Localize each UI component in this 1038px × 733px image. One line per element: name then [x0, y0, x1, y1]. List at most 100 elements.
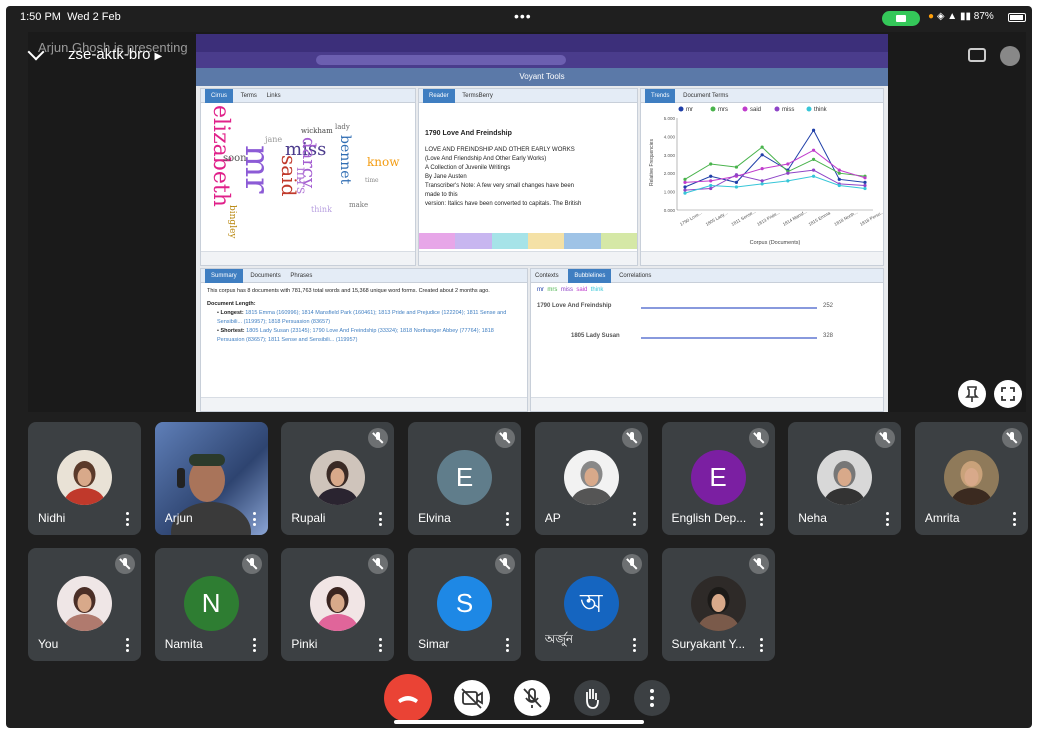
camera-off-button[interactable] [454, 680, 490, 716]
more-vertical-icon[interactable] [632, 512, 636, 526]
tab-documents[interactable]: Documents [250, 273, 280, 279]
cloud-word[interactable]: make [349, 201, 368, 209]
more-vertical-icon[interactable] [126, 512, 129, 526]
more-options-button[interactable] [634, 680, 670, 716]
bubble-legend: mr mrs miss said think [537, 287, 603, 293]
reader-doc-bar[interactable] [419, 233, 637, 249]
bubble-term[interactable]: miss [561, 287, 573, 293]
tab-phrases[interactable]: Phrases [290, 273, 312, 279]
mic-muted-icon [368, 428, 389, 448]
trend-point [863, 180, 867, 184]
cloud-word[interactable]: bingley [227, 205, 237, 239]
participant-tile[interactable]: অ অর্জুন [534, 548, 648, 661]
tab-contexts[interactable]: Contexts [535, 273, 559, 279]
tab-trends[interactable]: Trends [645, 89, 676, 103]
participant-tile[interactable]: You [28, 548, 141, 661]
avatar-photo [310, 450, 366, 505]
mic-off-button[interactable] [514, 680, 550, 716]
cloud-word[interactable]: think [311, 205, 332, 214]
participant-tile[interactable]: Rupali [281, 422, 395, 535]
participant-tile[interactable]: Suryakant Y... [661, 548, 775, 661]
pin-button[interactable] [958, 380, 986, 408]
more-vertical-icon[interactable] [632, 638, 636, 652]
reader-line: By Jane Austen [425, 174, 467, 180]
cloud-word[interactable]: know [367, 155, 400, 169]
tab-cirrus[interactable]: Cirrus [205, 89, 233, 103]
trends-chart: mr mrs said miss think 5.000 4.000 3.000 2.000 1.… [649, 106, 883, 246]
tab-bubblelines[interactable]: Bubblelines [568, 269, 612, 283]
avatar [817, 450, 873, 505]
participant-tile[interactable]: AP [534, 422, 648, 535]
tab-termsberry[interactable]: TermsBerry [462, 93, 493, 99]
tab-links[interactable]: Links [267, 93, 281, 99]
participant-tile[interactable]: Arjun [154, 422, 268, 535]
bubble-line[interactable] [641, 307, 817, 309]
bubble-term[interactable]: said [576, 287, 587, 293]
cirrus-footer [201, 251, 415, 265]
participant-tile[interactable]: Nidhi [28, 422, 141, 535]
participant-tile[interactable]: Neha [788, 422, 902, 535]
shortest-value[interactable]: 1805 Lady Susan (23145); 1790 Love And F… [217, 328, 494, 343]
mic-muted-icon [1001, 428, 1022, 448]
trend-point [837, 183, 841, 188]
participant-tile[interactable]: E Elvina [408, 422, 522, 535]
more-vertical-icon[interactable] [506, 638, 510, 652]
cloud-word[interactable]: time [365, 177, 379, 184]
participant-tile[interactable]: N Namita [154, 548, 268, 661]
participant-tile[interactable]: Amrita [914, 422, 1028, 535]
avatar [690, 576, 746, 631]
bubble-line[interactable] [641, 337, 817, 339]
more-vertical-icon[interactable] [379, 638, 383, 652]
participant-name: English Dep... [671, 511, 747, 525]
bubble-count: 252 [823, 303, 834, 309]
reader-line: made to this [425, 192, 458, 198]
tab-summary[interactable]: Summary [205, 269, 243, 283]
more-vertical-icon[interactable] [252, 512, 256, 526]
reader-line: A Collection of Juvenile Writings [425, 165, 511, 171]
reader-line: (Love And Friendship And Other Early Wor… [425, 156, 547, 162]
switch-camera-icon[interactable] [968, 48, 986, 62]
presentation-view[interactable]: Voyant Tools Cirrus Terms Links elizabet… [28, 32, 1026, 412]
trend-point [837, 171, 841, 175]
meet-screen: 1:50 PM Wed 2 Feb ••• ● ◈ ▲ ▮▮ 87% Voyan… [6, 6, 1032, 728]
more-vertical-icon[interactable] [379, 512, 383, 526]
cloud-word[interactable]: bennet [337, 135, 353, 184]
participant-tile[interactable]: Pinki [281, 548, 395, 661]
longest-value[interactable]: 1815 Emma (160996); 1814 Mansfield Park … [217, 310, 506, 325]
bubble-term[interactable]: mr [537, 287, 544, 293]
more-vertical-icon[interactable] [252, 638, 256, 652]
tab-document-terms[interactable]: Document Terms [683, 93, 728, 99]
end-call-button[interactable] [384, 674, 432, 722]
fullscreen-button[interactable] [994, 380, 1022, 408]
multitask-dots-icon[interactable]: ••• [514, 8, 532, 24]
summary-panel: Summary Documents Phrases This corpus ha… [200, 268, 528, 412]
raise-hand-button[interactable] [574, 680, 610, 716]
status-indicators: ● ◈ ▲ ▮▮ 87% [928, 11, 994, 22]
fullscreen-icon [1001, 387, 1015, 401]
more-vertical-icon[interactable] [759, 638, 763, 652]
more-vertical-icon[interactable] [126, 638, 129, 652]
tab-correlations[interactable]: Correlations [619, 273, 651, 279]
meeting-code[interactable]: zse-aktk-bro ▶ [68, 46, 162, 63]
more-vertical-icon[interactable] [1012, 512, 1016, 526]
more-vertical-icon[interactable] [506, 512, 510, 526]
participant-name: You [38, 637, 59, 651]
bubble-term[interactable]: think [591, 287, 604, 293]
top-right-controls [964, 46, 1024, 70]
cloud-word[interactable]: mrs [293, 167, 309, 194]
participant-tile[interactable]: E English Dep... [661, 422, 775, 535]
self-avatar[interactable] [1000, 46, 1020, 66]
participant-tile[interactable]: S Simar [408, 548, 522, 661]
cloud-word[interactable]: jane [265, 135, 282, 144]
summary-intro: This corpus has 8 documents with 781,763… [207, 288, 490, 294]
cloud-word[interactable]: soon [223, 153, 247, 164]
bubble-term[interactable]: mrs [547, 287, 557, 293]
cloud-word[interactable]: lady [335, 123, 350, 131]
cloud-word[interactable]: wickham [301, 127, 333, 135]
more-vertical-icon[interactable] [886, 512, 890, 526]
more-vertical-icon[interactable] [759, 512, 763, 526]
tab-terms[interactable]: Terms [241, 93, 257, 99]
tab-reader[interactable]: Reader [423, 89, 455, 103]
x-tick-label: 1813 Pride... [756, 210, 781, 227]
home-indicator[interactable] [394, 720, 644, 724]
